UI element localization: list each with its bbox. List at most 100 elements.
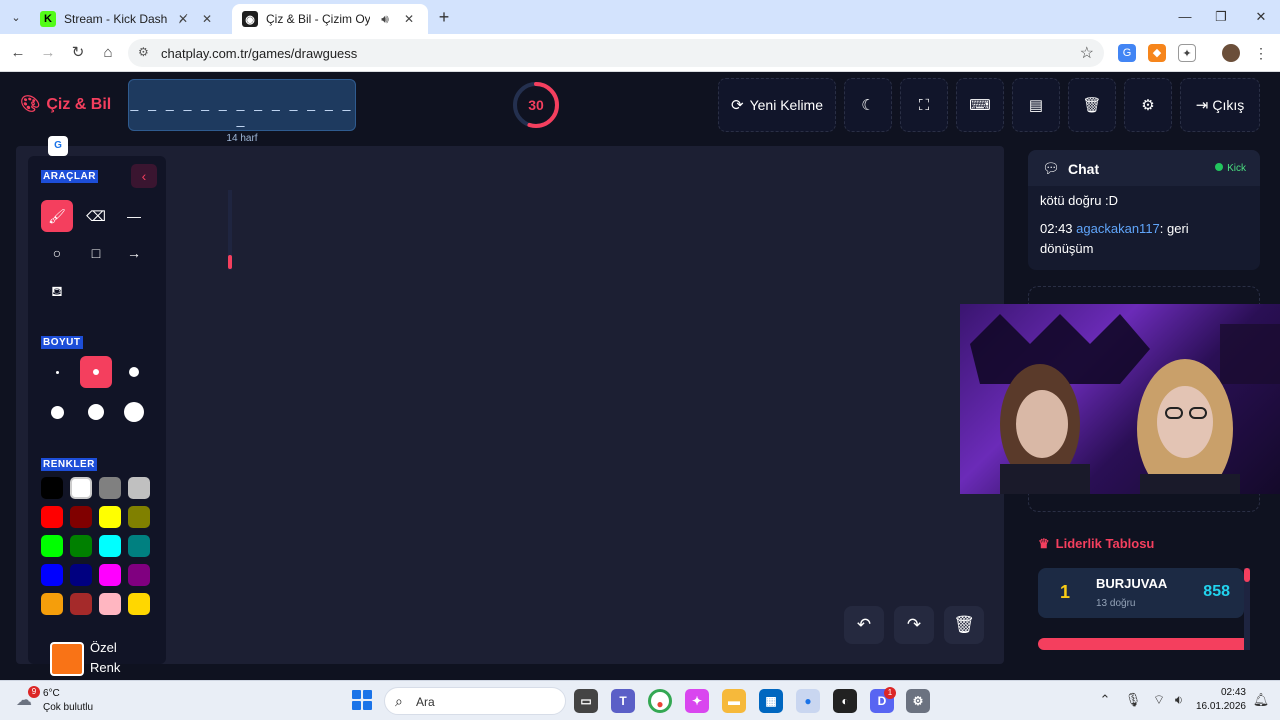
chrome-icon[interactable]: ● <box>648 689 672 713</box>
forward-icon[interactable]: → <box>38 43 58 63</box>
address-bar[interactable]: ⚙ chatplay.com.tr/games/drawguess ☆ <box>128 39 1104 67</box>
size-option-3[interactable] <box>118 356 150 388</box>
tab-kick-dashboard[interactable]: K Stream - Kick Dashboard ✕̸ ✕ <box>30 4 226 34</box>
line-tool[interactable]: — <box>118 200 150 232</box>
color-swatch[interactable] <box>128 506 150 528</box>
size-option-1[interactable] <box>41 356 73 388</box>
color-swatch[interactable] <box>41 477 63 499</box>
translate-icon[interactable]: G <box>48 136 68 156</box>
new-word-button[interactable]: ⟳ Yeni Kelime <box>718 78 836 132</box>
notification-bell-icon[interactable]: 🔔︎ <box>1252 692 1270 708</box>
color-swatch[interactable] <box>128 535 150 557</box>
copilot-icon[interactable]: ✦ <box>685 689 709 713</box>
color-swatch[interactable] <box>128 477 150 499</box>
size-option-2[interactable] <box>80 356 112 388</box>
color-swatch[interactable] <box>128 593 150 615</box>
brush-icon: 🖌︎ <box>48 208 66 224</box>
archive-button[interactable]: ▤ <box>1012 78 1060 132</box>
home-icon[interactable]: ⌂ <box>98 43 118 63</box>
collapse-panel-button[interactable]: ‹ <box>131 164 157 188</box>
new-tab-icon[interactable]: + <box>434 7 454 27</box>
size-option-4[interactable] <box>41 396 73 428</box>
teams-icon[interactable]: T <box>611 689 635 713</box>
leaderboard-scroll-thumb[interactable] <box>1244 568 1250 582</box>
keyboard-button[interactable]: ⌨ <box>956 78 1004 132</box>
color-swatch[interactable] <box>70 506 92 528</box>
size-option-5[interactable] <box>80 396 112 428</box>
windows-start-icon[interactable] <box>352 690 372 710</box>
color-swatch[interactable] <box>70 477 92 499</box>
store-icon[interactable]: ▦ <box>759 689 783 713</box>
arrow-tool[interactable]: → <box>118 237 150 269</box>
profile-avatar[interactable] <box>1222 44 1240 62</box>
clock-time[interactable]: 02:43 <box>1194 687 1246 698</box>
color-swatch[interactable] <box>70 564 92 586</box>
settings-button[interactable]: ⚙ <box>1124 78 1172 132</box>
chrome-active-icon[interactable]: ● <box>796 689 820 713</box>
exit-button[interactable]: ⇥ Çıkış <box>1180 78 1260 132</box>
tab-search-icon[interactable]: ⌄ <box>6 8 26 28</box>
chat-scroll-thumb[interactable] <box>228 255 232 269</box>
color-swatch[interactable] <box>99 593 121 615</box>
color-swatch[interactable] <box>128 564 150 586</box>
rectangle-tool[interactable]: □ <box>80 237 112 269</box>
custom-color-swatch[interactable] <box>50 642 84 676</box>
wifi-icon[interactable]: ⌔ <box>1150 692 1168 708</box>
color-swatch[interactable] <box>41 506 63 528</box>
color-swatch[interactable] <box>41 535 63 557</box>
brush-tool[interactable]: 🖌︎ <box>41 200 73 232</box>
color-swatch[interactable] <box>70 593 92 615</box>
color-swatch[interactable] <box>99 477 121 499</box>
theme-toggle-button[interactable]: ☾ <box>844 78 892 132</box>
more-menu-icon[interactable]: ⋮ <box>1252 44 1270 62</box>
chat-username[interactable]: agackakan117 <box>1076 221 1160 236</box>
color-swatch[interactable] <box>99 564 121 586</box>
settings-icon[interactable]: ⚙ <box>906 689 930 713</box>
muted-icon[interactable]: ✕̸ <box>174 12 192 26</box>
extensions-icon[interactable]: ✦ <box>1178 44 1196 62</box>
file-explorer-icon[interactable]: ▬ <box>722 689 746 713</box>
chat-bubble-icon: 💬︎ <box>1042 160 1060 176</box>
tab-ciz-bil[interactable]: ◉ Çiz & Bil - Çizim Oyunu 🔊︎ ✕ <box>232 4 428 34</box>
undo-button[interactable]: ↶ <box>844 606 884 644</box>
chevron-up-icon[interactable]: ⌃ <box>1096 692 1114 708</box>
reload-icon[interactable]: ↻ <box>68 43 88 63</box>
translate-extension-icon[interactable]: G <box>1118 44 1136 62</box>
clock-date[interactable]: 16.01.2026 <box>1194 701 1246 712</box>
chat-title: Chat <box>1068 161 1100 177</box>
obs-icon[interactable]: ◐ <box>833 689 857 713</box>
minimize-icon[interactable]: — <box>1170 6 1200 28</box>
redo-button[interactable]: ↷ <box>894 606 934 644</box>
taskbar-search[interactable]: ⌕ Ara <box>384 687 566 715</box>
search-placeholder: Ara <box>416 695 435 709</box>
eraser-tool[interactable]: ⌫ <box>80 200 112 232</box>
game-app: 🎨︎ Çiz & Bil _ _ _ _ _ _ _ _ _ _ _ _ _ _ … <box>0 72 1280 680</box>
color-swatch[interactable] <box>70 535 92 557</box>
close-tab-icon[interactable]: ✕ <box>400 12 418 26</box>
close-tab-icon[interactable]: ✕ <box>198 12 216 26</box>
chevron-left-icon: ‹ <box>141 168 147 184</box>
close-window-icon[interactable]: ✕ <box>1246 6 1276 28</box>
color-swatch[interactable] <box>41 564 63 586</box>
color-swatch[interactable] <box>41 593 63 615</box>
delete-button[interactable]: 🗑︎ <box>1068 78 1116 132</box>
logo[interactable]: 🎨︎ Çiz & Bil <box>20 94 111 114</box>
color-swatch[interactable] <box>99 535 121 557</box>
restore-icon[interactable]: ❐ <box>1206 6 1236 28</box>
bookmark-star-icon[interactable]: ☆ <box>1080 43 1094 63</box>
back-icon[interactable]: ← <box>8 43 28 63</box>
metamask-extension-icon[interactable]: ◆ <box>1148 44 1166 62</box>
keyboard-icon: ⌨ <box>969 97 991 114</box>
volume-icon[interactable]: 🔉︎ <box>1170 692 1188 708</box>
microphone-icon[interactable]: 🎙︎ <box>1124 692 1142 708</box>
size-option-6[interactable] <box>118 396 150 428</box>
color-swatch[interactable] <box>99 506 121 528</box>
fill-tool[interactable]: ⛾ <box>41 275 73 307</box>
crown-icon: ♛ <box>1038 536 1050 551</box>
audio-playing-icon[interactable]: 🔊︎ <box>376 12 394 27</box>
clear-canvas-button[interactable]: 🗑︎ <box>944 606 984 644</box>
fullscreen-button[interactable]: ⛶ <box>900 78 948 132</box>
site-info-icon[interactable]: ⚙ <box>138 45 149 59</box>
circle-tool[interactable]: ○ <box>41 237 73 269</box>
task-view-icon[interactable]: ▭ <box>574 689 598 713</box>
